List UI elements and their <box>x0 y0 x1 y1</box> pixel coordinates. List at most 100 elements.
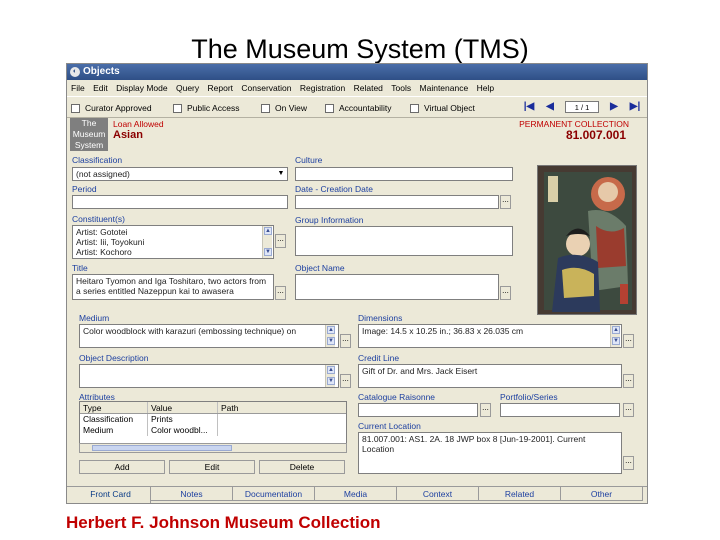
checkbox-box[interactable] <box>173 103 182 113</box>
culture-field[interactable] <box>295 167 513 181</box>
curator-approved-checkbox[interactable]: Curator Approved <box>71 97 152 119</box>
tms-logo: The Museum System <box>70 118 108 151</box>
list-item[interactable]: Artist: Iii, Toyokuni <box>76 237 270 247</box>
description-scrollbar[interactable]: ▲ ▼ <box>325 365 335 387</box>
constituents-scrollbar[interactable]: ▲ ▼ <box>262 226 272 258</box>
slide-caption: Herbert F. Johnson Museum Collection <box>66 513 381 532</box>
checkbox-box[interactable] <box>410 103 419 113</box>
public-access-checkbox[interactable]: Public Access <box>173 97 239 119</box>
tab-documentation[interactable]: Documentation <box>233 487 315 501</box>
loan-allowed-label: Loan Allowed <box>113 119 164 129</box>
scroll-up-icon[interactable]: ▲ <box>327 366 335 374</box>
accountability-checkbox[interactable]: Accountability <box>325 97 391 119</box>
list-item[interactable]: Artist: Kochoro <box>76 247 270 257</box>
scroll-down-icon[interactable]: ▼ <box>327 337 335 345</box>
column-header-value[interactable]: Value <box>148 402 218 413</box>
menu-registration[interactable]: Registration <box>300 80 345 96</box>
current-location-lookup-button[interactable]: ... <box>623 456 634 470</box>
medium-scrollbar[interactable]: ▲ ▼ <box>325 325 335 347</box>
description-field[interactable] <box>79 364 339 388</box>
chevron-down-icon[interactable]: ▼ <box>276 169 286 179</box>
object-thumbnail-image[interactable] <box>537 165 637 315</box>
menu-related[interactable]: Related <box>354 80 383 96</box>
scroll-thumb[interactable] <box>92 445 232 451</box>
last-record-icon[interactable]: ▶| <box>629 101 641 113</box>
checkbox-box[interactable] <box>261 103 270 113</box>
menu-edit[interactable]: Edit <box>93 80 108 96</box>
previous-record-icon[interactable]: ◀ <box>544 101 556 113</box>
group-info-field[interactable] <box>295 226 513 256</box>
date-field[interactable] <box>295 195 499 209</box>
scroll-down-icon[interactable]: ▼ <box>612 337 620 345</box>
checkbox-label: Accountability <box>339 103 392 113</box>
list-item[interactable]: Artist: Gototei <box>76 227 270 237</box>
medium-lookup-button[interactable]: ... <box>340 334 351 348</box>
on-view-checkbox[interactable]: On View <box>261 97 307 119</box>
catalogue-raisonne-field[interactable] <box>358 403 478 417</box>
catalogue-raisonne-lookup-button[interactable]: ... <box>480 403 491 417</box>
checkbox-label: On View <box>275 103 307 113</box>
virtual-object-checkbox[interactable]: Virtual Object <box>410 97 475 119</box>
object-name-lookup-button[interactable]: ... <box>500 286 511 300</box>
description-lookup-button[interactable]: ... <box>340 374 351 388</box>
portfolio-series-lookup-button[interactable]: ... <box>623 403 634 417</box>
attributes-horizontal-scrollbar[interactable] <box>79 443 347 453</box>
tab-context[interactable]: Context <box>397 487 479 501</box>
checkbox-label: Curator Approved <box>85 103 152 113</box>
table-row[interactable]: Medium Color woodbl... <box>80 425 346 436</box>
logo-line: System <box>74 140 104 150</box>
department-label: Asian <box>113 129 143 141</box>
menu-tools[interactable]: Tools <box>391 80 411 96</box>
scroll-down-icon[interactable]: ▼ <box>264 248 272 256</box>
tab-front-card[interactable]: Front Card <box>71 487 151 503</box>
menu-file[interactable]: File <box>71 80 85 96</box>
tab-media[interactable]: Media <box>315 487 397 501</box>
scroll-up-icon[interactable]: ▲ <box>264 227 272 235</box>
constituents-list[interactable]: Artist: Gototei Artist: Iii, Toyokuni Ar… <box>72 225 274 259</box>
medium-field[interactable]: Color woodblock with karazuri (embossing… <box>79 324 339 348</box>
tab-notes[interactable]: Notes <box>151 487 233 501</box>
scroll-up-icon[interactable]: ▲ <box>327 326 335 334</box>
cell-value: Prints <box>148 414 218 425</box>
classification-label: Classification <box>72 155 123 165</box>
dimensions-field[interactable]: Image: 14.5 x 10.25 in.; 36.83 x 26.035 … <box>358 324 622 348</box>
period-field[interactable] <box>72 195 288 209</box>
cell-type: Classification <box>80 414 148 425</box>
date-label: Date - Creation Date <box>295 184 373 194</box>
title-lookup-button[interactable]: ... <box>275 286 286 300</box>
title-field[interactable]: Heitaro Tyomon and Iga Toshitaro, two ac… <box>72 274 274 300</box>
scroll-up-icon[interactable]: ▲ <box>612 326 620 334</box>
tab-related[interactable]: Related <box>479 487 561 501</box>
menu-maintenance[interactable]: Maintenance <box>420 80 469 96</box>
menu-display-mode[interactable]: Display Mode <box>116 80 168 96</box>
menu-conservation[interactable]: Conservation <box>241 80 291 96</box>
table-row[interactable]: Classification Prints <box>80 414 346 425</box>
menu-help[interactable]: Help <box>477 80 494 96</box>
current-location-field[interactable]: 81.007.001: AS1. 2A. 18 JWP box 8 [Jun-1… <box>358 432 622 474</box>
catalogue-raisonne-label: Catalogue Raisonne <box>358 392 436 402</box>
object-name-field[interactable] <box>295 274 499 300</box>
window-titlebar[interactable]: ◐ Objects <box>67 64 647 80</box>
checkbox-label: Public Access <box>187 103 240 113</box>
scroll-down-icon[interactable]: ▼ <box>327 377 335 385</box>
column-header-path[interactable]: Path <box>218 402 346 413</box>
date-lookup-button[interactable]: ... <box>500 195 511 209</box>
column-header-type[interactable]: Type <box>80 402 148 413</box>
next-record-icon[interactable]: ▶ <box>608 101 620 113</box>
menu-report[interactable]: Report <box>208 80 234 96</box>
tab-other[interactable]: Other <box>561 487 643 501</box>
menu-query[interactable]: Query <box>176 80 199 96</box>
dimensions-lookup-button[interactable]: ... <box>623 334 634 348</box>
edit-attribute-button[interactable]: Edit <box>169 460 255 474</box>
add-attribute-button[interactable]: Add <box>79 460 165 474</box>
portfolio-series-field[interactable] <box>500 403 620 417</box>
credit-line-field[interactable]: Gift of Dr. and Mrs. Jack Eisert <box>358 364 622 388</box>
classification-select[interactable]: (not assigned) ▼ <box>72 167 288 181</box>
checkbox-box[interactable] <box>325 103 334 113</box>
dimensions-scrollbar[interactable]: ▲ ▼ <box>610 325 620 347</box>
credit-line-lookup-button[interactable]: ... <box>623 374 634 388</box>
delete-attribute-button[interactable]: Delete <box>259 460 345 474</box>
constituents-lookup-button[interactable]: ... <box>275 234 286 248</box>
checkbox-box[interactable] <box>71 103 80 113</box>
first-record-icon[interactable]: |◀ <box>523 101 535 113</box>
